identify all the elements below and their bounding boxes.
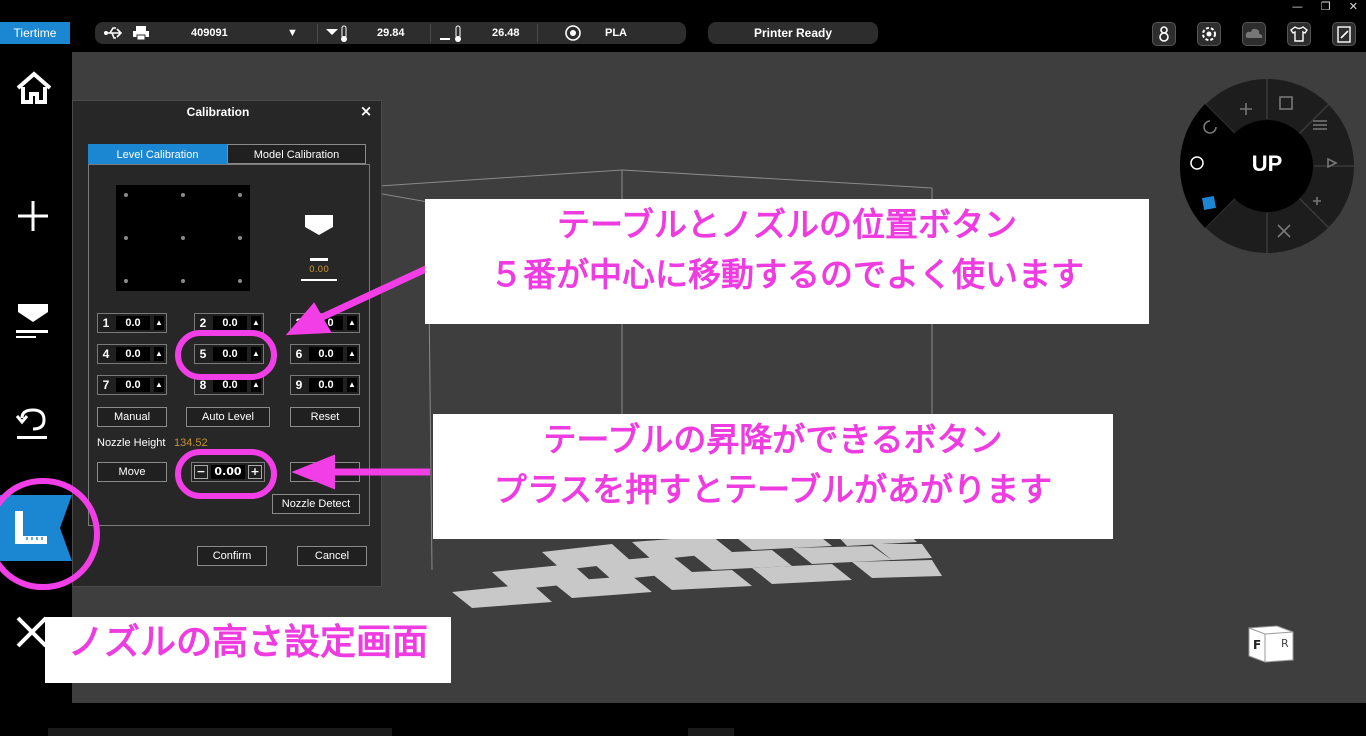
nozzle-detect-button[interactable]: Nozzle Detect xyxy=(272,494,360,514)
nozzle-height-label: Nozzle Height xyxy=(97,437,166,449)
window-controls: — ❐ ✕ xyxy=(1292,0,1358,14)
brand-logo: Tiertime xyxy=(0,22,70,44)
view-cube-right: R xyxy=(1281,637,1289,650)
dropdown-arrow-icon[interactable]: ▼ xyxy=(287,22,299,44)
spot-value[interactable]: 0.0 xyxy=(213,316,247,330)
move-button[interactable]: Move xyxy=(97,462,167,482)
spinner-icon[interactable]: ▲ xyxy=(251,378,261,392)
nozzle-height-value: 134.52 xyxy=(174,437,208,449)
spot-number: 3 xyxy=(295,316,303,330)
annotation-line: ノズルの高さ設定画面 xyxy=(67,622,428,663)
spot-value[interactable]: 0.0 xyxy=(309,378,343,392)
spot-number: 9 xyxy=(295,378,303,392)
bottom-panel xyxy=(688,728,734,736)
spot-number: 4 xyxy=(102,347,110,361)
spot-value[interactable]: 0.0 xyxy=(309,347,343,361)
spot-number: 7 xyxy=(102,378,110,392)
spinner-icon[interactable]: ▲ xyxy=(154,347,164,361)
annotation-position-buttons: テーブルとノズルの位置ボタン ５番が中心に移動するのでよく使います xyxy=(425,199,1149,324)
usb-icon xyxy=(103,22,123,44)
cancel-button[interactable]: Cancel xyxy=(297,546,367,566)
add-model-icon[interactable] xyxy=(0,187,72,247)
bed-temp-icon xyxy=(439,22,463,44)
print-icon[interactable] xyxy=(0,290,72,350)
spot-value[interactable]: 0.0 xyxy=(213,378,247,392)
spot-value[interactable]: 0.0 xyxy=(309,316,343,330)
printer-status: Printer Ready xyxy=(708,22,878,44)
spot-3-control[interactable]: 3 0.0 ▲ xyxy=(290,313,360,333)
confirm-button[interactable]: Confirm xyxy=(197,546,267,566)
top-bar: — ❐ ✕ Tiertime 409091 ▼ 29.84 26.48 PLA … xyxy=(0,0,1366,52)
minimize-button[interactable]: — xyxy=(1292,0,1303,14)
nozzle-temp-value: 29.84 xyxy=(377,27,405,39)
material-icon xyxy=(563,22,583,44)
highlight-ring xyxy=(175,449,277,499)
spot-9-control[interactable]: 9 0.0 ▲ xyxy=(290,375,360,395)
nozzle-temp-icon xyxy=(325,22,349,44)
restore-button[interactable]: ❐ xyxy=(1321,0,1331,14)
spinner-icon[interactable]: ▲ xyxy=(251,316,261,330)
move-button-label: Move xyxy=(118,466,146,478)
annotation-line: プラスを押すとテーブルがあがります xyxy=(493,470,1053,509)
highlight-ring xyxy=(175,330,277,380)
tab-model-calibration[interactable]: Model Calibration xyxy=(227,144,366,164)
gear-icon[interactable] xyxy=(1197,22,1221,46)
spot-value[interactable]: 0.0 xyxy=(116,316,150,330)
close-window-button[interactable]: ✕ xyxy=(1349,0,1358,14)
up-logo[interactable]: UP xyxy=(1242,151,1292,181)
dialog-title: Calibration xyxy=(186,105,250,119)
cloud-icon[interactable] xyxy=(1242,22,1266,46)
spot-1-control[interactable]: 1 0.0 ▲ xyxy=(97,313,167,333)
auto-level-button[interactable]: Auto Level xyxy=(186,407,270,427)
rotate-icon[interactable] xyxy=(0,392,72,452)
sidebar xyxy=(0,52,72,703)
close-icon[interactable]: × xyxy=(357,102,375,120)
annotation-line: テーブルとノズルの位置ボタン xyxy=(556,205,1018,244)
spot-6-control[interactable]: 6 0.0 ▲ xyxy=(290,344,360,364)
annotation-line: テーブルの昇降ができるボタン xyxy=(543,420,1003,459)
spinner-icon[interactable]: ▲ xyxy=(347,378,357,392)
bottom-panel xyxy=(48,728,392,736)
spinner-icon[interactable]: ▲ xyxy=(154,316,164,330)
status-bar: 409091 ▼ 29.84 26.48 PLA xyxy=(95,22,686,44)
spot-4-control[interactable]: 4 0.0 ▲ xyxy=(97,344,167,364)
material-value: PLA xyxy=(605,27,627,39)
home-icon[interactable] xyxy=(0,60,72,120)
document-edit-icon[interactable] xyxy=(1332,22,1356,46)
spinner-icon[interactable]: ▲ xyxy=(347,316,357,330)
spot-value[interactable]: 0.0 xyxy=(116,378,150,392)
spinner-icon[interactable]: ▲ xyxy=(347,347,357,361)
control-wheel: UP xyxy=(1180,79,1354,253)
view-cube-front: F xyxy=(1253,638,1262,652)
printer-icon xyxy=(131,22,151,44)
bed-temp-value: 26.48 xyxy=(492,27,520,39)
annotation-nozzle-height: ノズルの高さ設定画面 xyxy=(45,617,451,683)
printer-id: 409091 xyxy=(191,27,228,39)
user-icon[interactable] xyxy=(1152,22,1176,46)
spot-number: 1 xyxy=(102,316,110,330)
tab-level-calibration[interactable]: Level Calibration xyxy=(88,144,227,164)
bed-level-map xyxy=(116,185,250,291)
annotation-table-lift: テーブルの昇降ができるボタン プラスを押すとテーブルがあがります xyxy=(433,414,1113,539)
nozzle-position-indicator: 0.00 xyxy=(291,211,347,287)
manual-button[interactable]: Manual xyxy=(97,407,167,427)
set-button[interactable] xyxy=(290,462,360,482)
spot-value[interactable]: 0.0 xyxy=(116,347,150,361)
shirt-icon[interactable] xyxy=(1287,22,1311,46)
spinner-icon[interactable]: ▲ xyxy=(154,378,164,392)
view-cube[interactable]: F R xyxy=(1247,620,1295,664)
reset-button[interactable]: Reset xyxy=(290,407,360,427)
spot-number: 6 xyxy=(295,347,303,361)
annotation-line: ５番が中心に移動するのでよく使います xyxy=(490,255,1084,294)
spot-7-control[interactable]: 7 0.0 ▲ xyxy=(97,375,167,395)
bottom-bar xyxy=(0,703,1366,736)
nozzle-offset-readout: 0.00 xyxy=(308,265,330,275)
